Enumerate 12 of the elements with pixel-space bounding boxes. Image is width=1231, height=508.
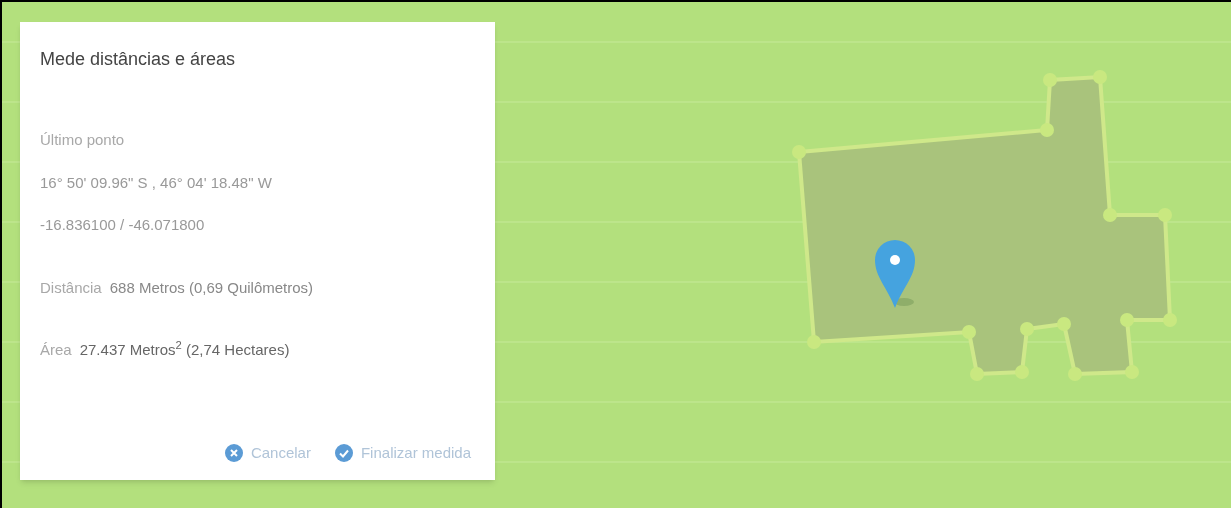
cancel-icon <box>224 443 243 462</box>
area-label: Área <box>40 340 72 360</box>
coordinates-decimal: -16.836100 / -46.071800 <box>40 215 206 235</box>
panel-title: Mede distâncias e áreas <box>40 48 237 71</box>
distance-value: 688 Metros (0,69 Quilômetros) <box>109 277 314 298</box>
distance-label: Distância <box>40 277 102 298</box>
area-value: 27.437 Metros$^{2}$ (2,74 Hectares) <box>79 339 290 360</box>
finish-button[interactable]: Finalizar medida <box>334 441 471 464</box>
coordinates-dms: 16° 50' 09.96" S , 46° 04' 18.48" W <box>40 172 273 193</box>
cancel-button[interactable]: Cancelar <box>224 441 311 464</box>
check-icon <box>334 443 353 462</box>
last-point-label: Último ponto <box>40 130 126 150</box>
